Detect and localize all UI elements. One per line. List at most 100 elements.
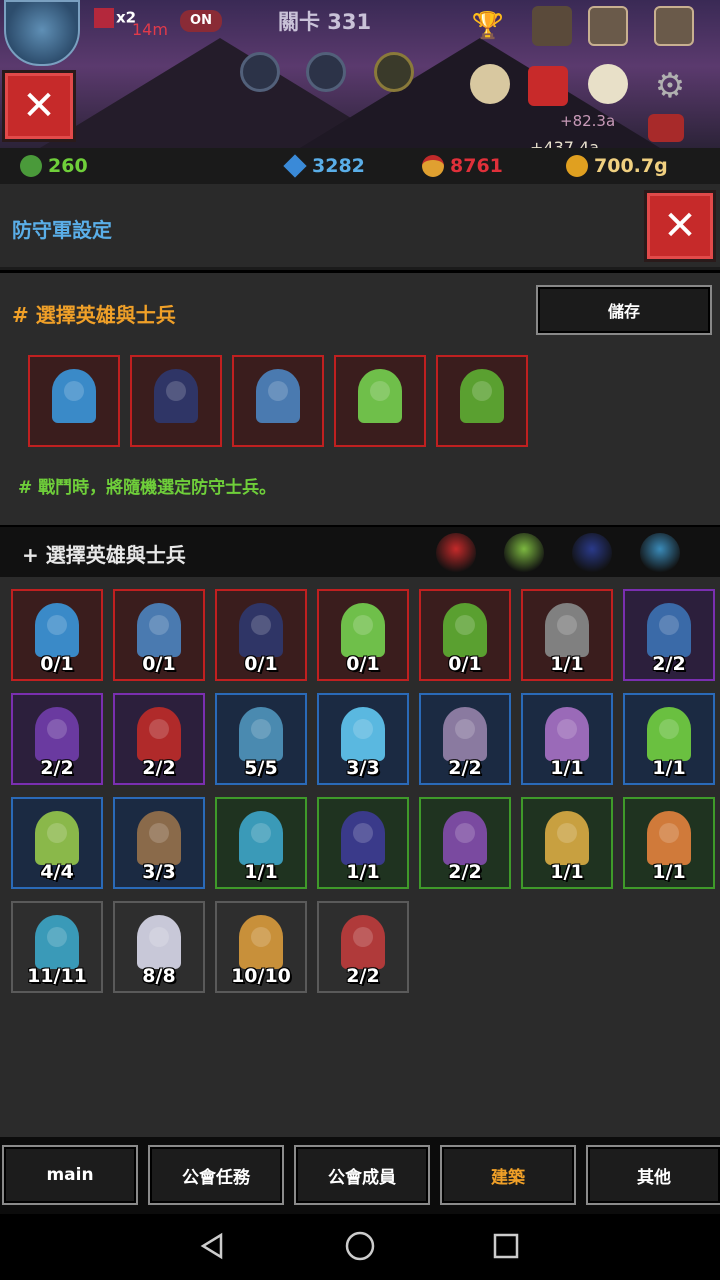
unit-count: 2/2 (40, 757, 74, 779)
resource-bar: 260 3282 8761 700.7g (0, 148, 720, 184)
player-avatar[interactable] (4, 0, 80, 66)
stage-label: 關卡 331 (278, 10, 372, 34)
diamond-icon (283, 154, 307, 178)
ice-dragon-icon (341, 707, 385, 761)
diamond-value: 3282 (312, 155, 365, 177)
unit-count: 1/1 (550, 861, 584, 883)
unit-card[interactable]: 2/2 (419, 693, 511, 785)
save-button[interactable]: 儲存 (536, 285, 712, 335)
menu-button-4[interactable]: 建築 (440, 1145, 576, 1205)
unit-card[interactable]: 2/2 (317, 901, 409, 993)
unit-count: 11/11 (27, 965, 87, 987)
unit-count: 1/1 (550, 757, 584, 779)
skill-slot-icon[interactable] (240, 52, 280, 92)
unit-card[interactable]: 2/2 (419, 797, 511, 889)
back-icon (200, 1232, 223, 1260)
menu-button-1[interactable]: main (2, 1145, 138, 1205)
house-icon[interactable] (648, 114, 684, 142)
selected-unit-slot[interactable] (436, 355, 528, 447)
unit-card[interactable]: 1/1 (521, 589, 613, 681)
green-phoenix-icon (647, 707, 691, 761)
gold-coin-icon (566, 155, 588, 177)
unit-count: 2/2 (142, 757, 176, 779)
quest-scroll-icon[interactable] (588, 6, 628, 46)
unit-card[interactable]: 0/1 (317, 589, 409, 681)
roster-section: 0/1 0/1 0/1 0/1 0/1 1/1 2/2 2/2 2/2 5/5 3/3 2/2 1/1 1… (0, 577, 720, 1137)
unit-count: 0/1 (346, 653, 380, 675)
recents-nav-button[interactable] (488, 1228, 524, 1264)
unit-count: 1/1 (652, 861, 686, 883)
guild-flag-icon[interactable] (528, 66, 568, 106)
unit-card[interactable]: 4/4 (11, 797, 103, 889)
unit-card[interactable]: 8/8 (113, 901, 205, 993)
unit-card[interactable]: 2/2 (623, 589, 715, 681)
blue-beast-icon (647, 603, 691, 657)
game-scene: x2 14m ON 關卡 331 🏆 ⚙ +82.3a +437.4a ✕ (0, 0, 720, 148)
green-hero-filter-icon[interactable] (504, 533, 544, 573)
unit-card[interactable]: 2/2 (113, 693, 205, 785)
unit-card[interactable]: 0/1 (11, 589, 103, 681)
unit-card[interactable]: 1/1 (317, 797, 409, 889)
skeleton-icon (137, 915, 181, 969)
medal-value: 8761 (450, 155, 503, 177)
hooded-mage-icon (35, 707, 79, 761)
red-hero-filter-icon[interactable] (436, 533, 476, 573)
unit-count: 0/1 (244, 653, 278, 675)
unit-card[interactable]: 11/11 (11, 901, 103, 993)
unit-card[interactable]: 1/1 (521, 693, 613, 785)
selected-unit-slot[interactable] (28, 355, 120, 447)
unit-card[interactable]: 0/1 (419, 589, 511, 681)
green-gem-counter: 260 (20, 152, 88, 180)
ranking-icon[interactable] (532, 6, 572, 46)
blue-hero-filter-icon[interactable] (640, 533, 680, 573)
unit-card[interactable]: 1/1 (623, 797, 715, 889)
unit-card[interactable]: 1/1 (623, 693, 715, 785)
close-button[interactable]: ✕ (2, 70, 76, 142)
peasant-archer-icon (239, 915, 283, 969)
auto-toggle[interactable]: ON (180, 10, 222, 32)
unit-card[interactable]: 2/2 (11, 693, 103, 785)
unit-card[interactable]: 3/3 (113, 797, 205, 889)
selected-unit-slot[interactable] (232, 355, 324, 447)
menu-button-2[interactable]: 公會任務 (148, 1145, 284, 1205)
roster-grid: 0/1 0/1 0/1 0/1 0/1 1/1 2/2 2/2 2/2 5/5 3/3 2/2 1/1 1… (11, 589, 715, 993)
skill-slot-icon[interactable] (374, 52, 414, 92)
unit-count: 5/5 (244, 757, 278, 779)
unit-count: 1/1 (652, 757, 686, 779)
fruit-tree-icon (443, 603, 487, 657)
unit-card[interactable]: 1/1 (521, 797, 613, 889)
close-panel-button[interactable]: ✕ (644, 190, 716, 262)
unit-card[interactable]: 3/3 (317, 693, 409, 785)
axe-warrior-icon (239, 707, 283, 761)
stone-golem-icon (545, 603, 589, 657)
unit-count: 1/1 (550, 653, 584, 675)
floating-gain: +437.4a (530, 138, 600, 148)
skill-slot-icon[interactable] (306, 52, 346, 92)
book-icon[interactable] (654, 6, 694, 46)
panel-header: 防守軍設定 ✕ (0, 184, 720, 270)
system-nav-bar (0, 1214, 720, 1280)
trophy-icon[interactable]: 🏆 (468, 6, 508, 46)
boost-timer: 14m (132, 20, 168, 39)
home-nav-button[interactable] (342, 1228, 378, 1264)
selected-unit-slot[interactable] (130, 355, 222, 447)
dark-hero-filter-icon[interactable] (572, 533, 612, 573)
gear-icon[interactable]: ⚙ (650, 66, 690, 106)
unit-card[interactable]: 0/1 (215, 589, 307, 681)
unit-card[interactable]: 10/10 (215, 901, 307, 993)
menu-button-5[interactable]: 其他 (586, 1145, 720, 1205)
unit-card[interactable]: 5/5 (215, 693, 307, 785)
unit-card[interactable]: 1/1 (215, 797, 307, 889)
gold-value: 700.7g (594, 155, 668, 177)
speed-badge[interactable]: x2 (94, 8, 136, 28)
unit-card[interactable]: 0/1 (113, 589, 205, 681)
angel-icon[interactable] (588, 64, 628, 104)
selected-unit-slot[interactable] (334, 355, 426, 447)
menu-button-3[interactable]: 公會成員 (294, 1145, 430, 1205)
back-nav-button[interactable] (194, 1228, 230, 1264)
unit-count: 2/2 (448, 757, 482, 779)
dark-hooded-icon (443, 811, 487, 865)
unit-count: 1/1 (346, 861, 380, 883)
bottom-menu: main 公會任務 公會成員 建築 其他 (0, 1137, 720, 1214)
chat-icon[interactable] (470, 64, 510, 104)
